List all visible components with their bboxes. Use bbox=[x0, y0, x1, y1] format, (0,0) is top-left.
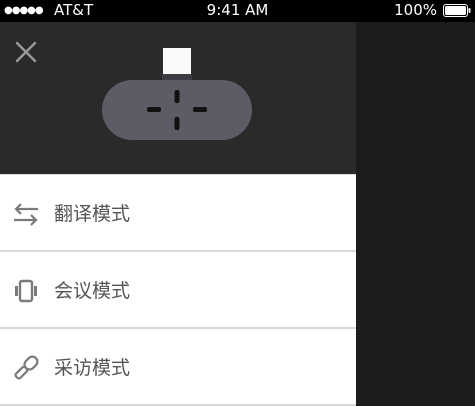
menu-item-meeting-mode[interactable]: 会议模式 bbox=[0, 252, 356, 329]
battery-percent: 100% bbox=[394, 1, 437, 19]
meeting-vibrate-icon bbox=[15, 279, 37, 303]
mode-menu: 翻译模式 会议模式 采访模式 bbox=[0, 174, 356, 406]
status-bar: ●●●●● AT&T 9:41 AM 100% bbox=[0, 0, 475, 22]
swap-arrows-icon bbox=[14, 203, 38, 226]
drawer-header bbox=[0, 22, 356, 174]
battery-icon bbox=[443, 4, 471, 17]
menu-item-label: 会议模式 bbox=[54, 280, 131, 302]
microphone-icon bbox=[14, 355, 39, 380]
translator-device-illustration bbox=[102, 48, 252, 140]
menu-item-translate-mode[interactable]: 翻译模式 bbox=[0, 174, 356, 252]
menu-item-interview-mode[interactable]: 采访模式 bbox=[0, 329, 356, 406]
side-drawer: 翻译模式 会议模式 采访模式 bbox=[0, 22, 356, 406]
menu-item-label: 翻译模式 bbox=[54, 203, 131, 225]
menu-item-label: 采访模式 bbox=[54, 357, 131, 379]
close-icon[interactable] bbox=[12, 38, 40, 66]
